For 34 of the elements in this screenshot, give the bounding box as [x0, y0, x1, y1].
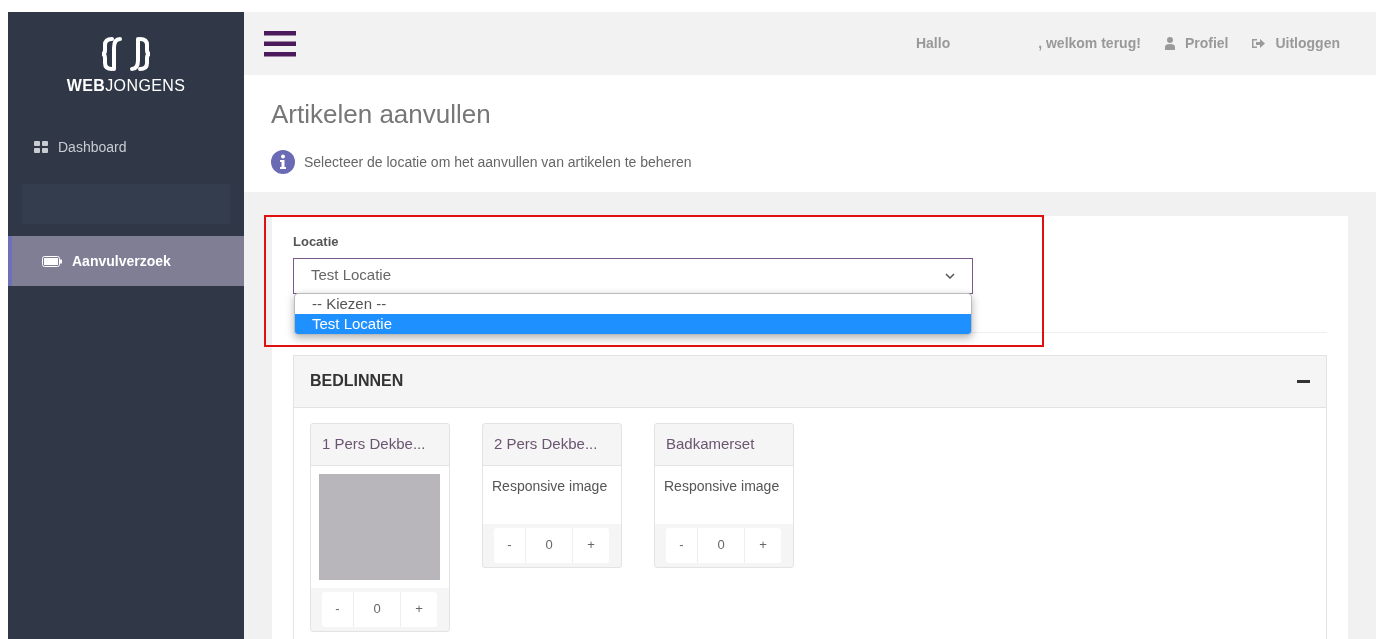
increment-button[interactable]: + — [745, 527, 781, 563]
increment-button[interactable]: + — [401, 591, 437, 627]
sidebar-item[interactable]: Aanvulverzoek — [8, 236, 244, 286]
category-title: BEDLINNEN — [310, 371, 404, 391]
greeting-text: Hallo — [915, 34, 951, 53]
info-text: Selecteer de locatie om het aanvullen van artikelen te beheren — [304, 152, 692, 172]
quantity-value: 0 — [698, 527, 745, 563]
collapse-icon[interactable] — [1297, 379, 1310, 383]
page-title: Artikelen aanvullen — [271, 98, 492, 131]
broken-image-alt-text: Responsive image — [664, 477, 780, 494]
quantity-value: 0 — [526, 527, 573, 563]
sidebar-item[interactable]: Dashboard — [8, 122, 244, 172]
welcome-text: , welkom terug! — [1038, 34, 1141, 53]
braces-logo-icon — [100, 36, 152, 72]
logo-text: WEBJONGENS — [66, 76, 186, 96]
quantity-value: 0 — [354, 591, 401, 627]
dropdown-option[interactable]: -- Kiezen -- — [295, 294, 971, 314]
menu-icon[interactable] — [264, 30, 296, 57]
product-name: Badkamerset — [655, 423, 793, 466]
location-label: Locatie — [293, 233, 340, 251]
dropdown-option[interactable]: Test Locatie — [295, 314, 971, 334]
grid-icon — [34, 141, 48, 153]
logout-icon — [1252, 38, 1266, 49]
decrement-button[interactable]: - — [666, 527, 698, 563]
battery-icon — [42, 255, 62, 267]
user-icon — [1164, 37, 1175, 50]
info-icon — [271, 150, 295, 174]
decrement-button[interactable]: - — [494, 527, 526, 563]
decrement-button[interactable]: - — [322, 591, 354, 627]
product-name: 2 Pers Dekbe... — [483, 423, 621, 466]
broken-image-alt-text: Responsive image — [492, 477, 608, 494]
product-name: 1 Pers Dekbe... — [311, 423, 449, 466]
increment-button[interactable]: + — [573, 527, 609, 563]
chevron-down-icon — [945, 272, 955, 279]
